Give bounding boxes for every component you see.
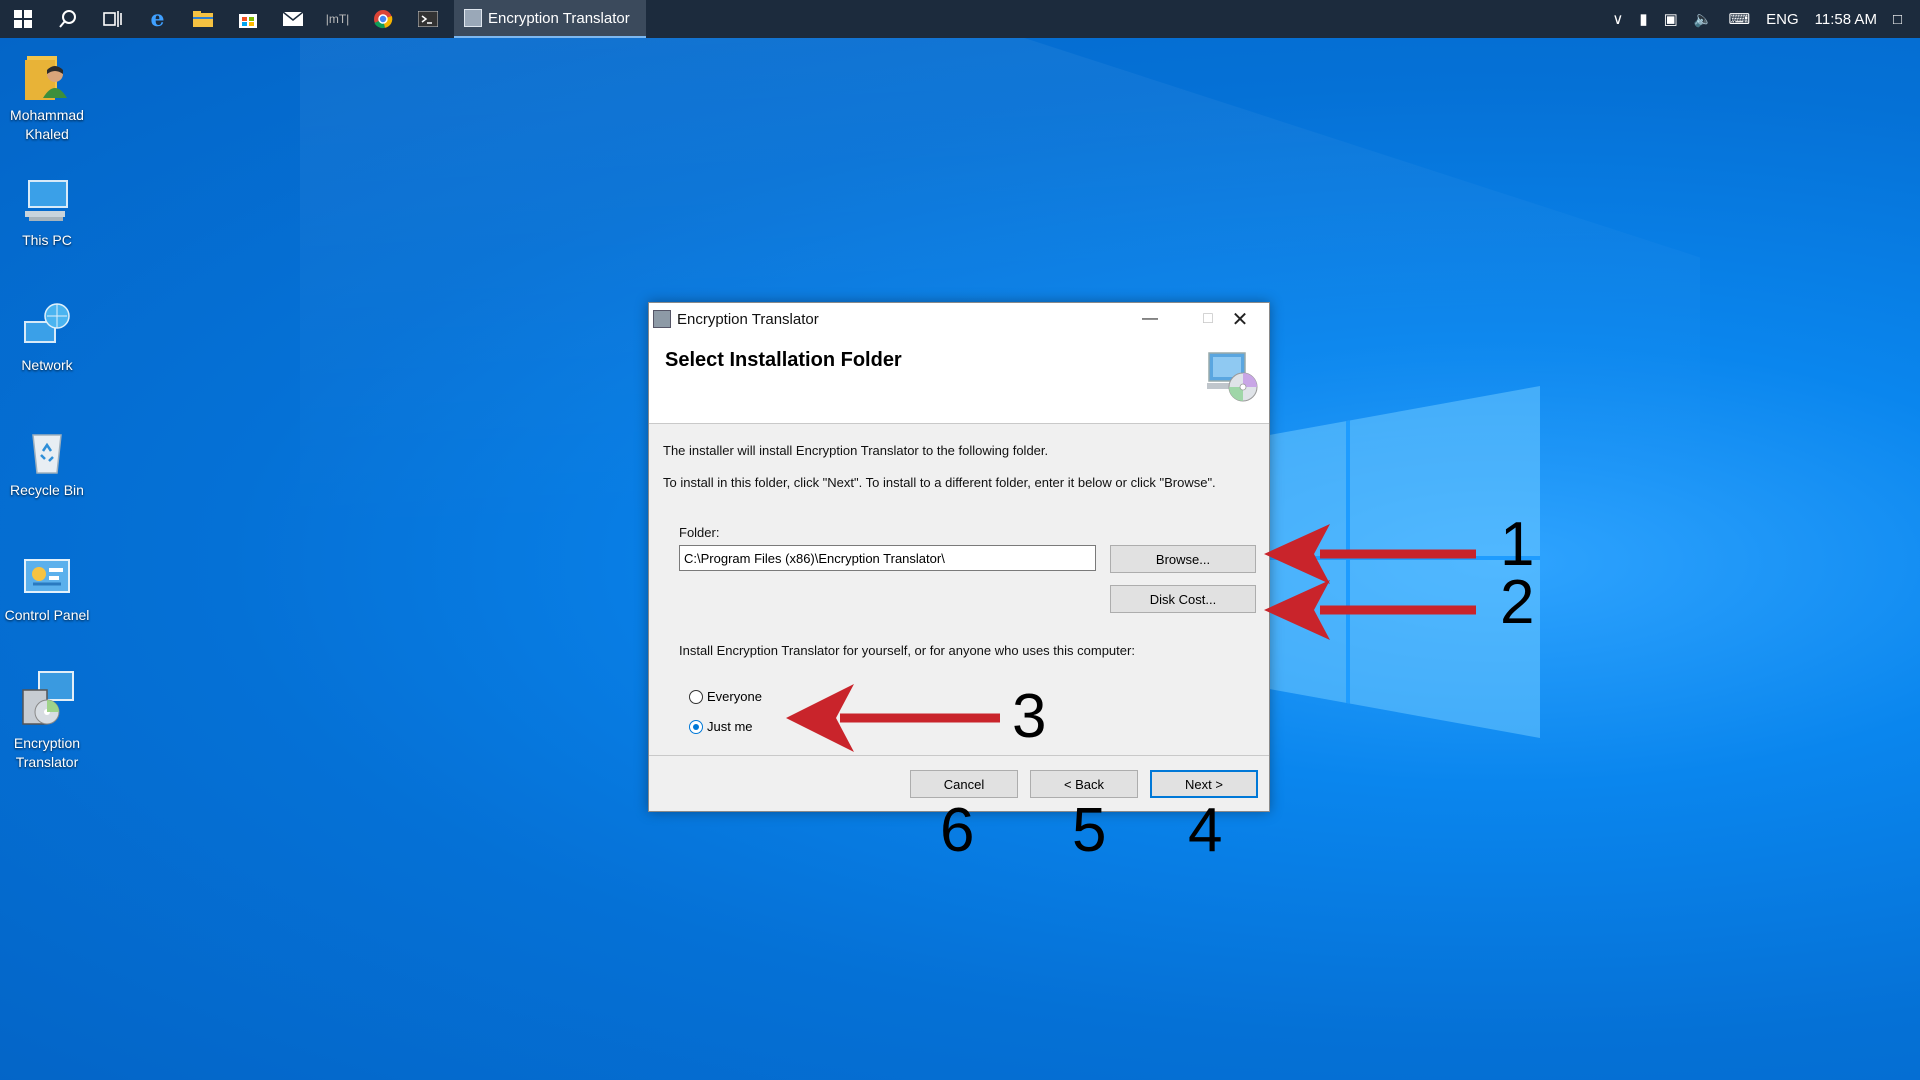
task-view-icon[interactable] bbox=[90, 0, 135, 38]
folder-label: Folder: bbox=[679, 525, 720, 540]
annotation-arrow-3 bbox=[786, 684, 1000, 752]
store-icon[interactable] bbox=[225, 0, 270, 38]
battery-icon[interactable]: ▮ bbox=[1631, 10, 1655, 28]
keyboard-icon[interactable]: ⌨ bbox=[1721, 10, 1759, 28]
clock[interactable]: 11:58 AM bbox=[1807, 11, 1885, 28]
dialog-title: Encryption Translator bbox=[677, 310, 819, 328]
network-tray-icon[interactable]: ▣ bbox=[1656, 10, 1686, 28]
mt-label: |mT| bbox=[325, 12, 350, 26]
computer-icon bbox=[21, 175, 73, 227]
radio-button[interactable] bbox=[689, 689, 703, 704]
intro-text: The installer will install Encryption Tr… bbox=[663, 443, 1049, 458]
language-indicator[interactable]: ENG bbox=[1758, 11, 1807, 28]
edge-icon[interactable]: e bbox=[135, 0, 180, 38]
page-heading: Select Installation Folder bbox=[665, 349, 902, 371]
terminal-icon[interactable] bbox=[405, 0, 450, 38]
desktop-icon-label: Recycle Bin bbox=[10, 482, 84, 498]
cancel-button[interactable]: Cancel bbox=[910, 770, 1018, 798]
desktop-icon-label: Control Panel bbox=[4, 607, 90, 623]
annotation-number-4: 4 bbox=[1188, 796, 1223, 865]
minimize-icon[interactable]: — bbox=[1121, 303, 1179, 335]
desktop-icon-user[interactable]: Mohammad Khaled bbox=[0, 50, 94, 144]
annotation-arrow-2 bbox=[1264, 580, 1476, 640]
desktop-icon-label: Mohammad Khaled bbox=[10, 107, 84, 142]
radio-everyone[interactable]: Everyone bbox=[689, 689, 762, 704]
desktop-icon-this-pc[interactable]: This PC bbox=[0, 175, 94, 250]
install-scope-text: Install Encryption Translator for yourse… bbox=[679, 643, 1135, 658]
recycle-bin-icon bbox=[21, 425, 73, 477]
desktop-icon-label: Network bbox=[21, 357, 73, 373]
system-tray: ∨ ▮ ▣ 🔈 ⌨ ENG 11:58 AM □ bbox=[1604, 0, 1920, 38]
installer-icon bbox=[653, 310, 671, 328]
chrome-icon[interactable] bbox=[360, 0, 405, 38]
dialog-banner: Select Installation Folder bbox=[649, 335, 1269, 424]
windows-start-icon[interactable] bbox=[0, 0, 45, 38]
mt-icon[interactable]: |mT| bbox=[315, 0, 360, 38]
radio-button-checked[interactable] bbox=[689, 719, 703, 734]
dialog-titlebar[interactable]: Encryption Translator — □ ✕ bbox=[649, 303, 1269, 335]
computer-cd-icon bbox=[1205, 349, 1261, 405]
desktop-icon-label: This PC bbox=[22, 232, 72, 248]
taskbar-app-encryption-translator[interactable]: Encryption Translator bbox=[454, 0, 646, 38]
search-icon[interactable] bbox=[45, 0, 90, 38]
close-icon[interactable]: ✕ bbox=[1211, 303, 1269, 335]
desktop-icon-control-panel[interactable]: Control Panel bbox=[0, 550, 94, 625]
desktop-icon-label: Encryption Translator bbox=[13, 735, 81, 770]
file-explorer-icon[interactable] bbox=[180, 0, 225, 38]
network-icon bbox=[21, 300, 73, 352]
action-center-icon[interactable]: □ bbox=[1885, 11, 1920, 28]
desktop: e |mT| Encryption Translator ∨ ▮ ▣ 🔈 ⌨ E… bbox=[0, 0, 1920, 1080]
mail-icon[interactable] bbox=[270, 0, 315, 38]
disk-cost-button[interactable]: Disk Cost... bbox=[1110, 585, 1256, 613]
control-panel-icon bbox=[21, 550, 73, 602]
annotation-number-2: 2 bbox=[1500, 568, 1535, 637]
annotation-number-6: 6 bbox=[940, 796, 975, 865]
installer-icon bbox=[464, 9, 482, 27]
chevron-up-icon[interactable]: ∨ bbox=[1604, 10, 1631, 28]
folder-input[interactable] bbox=[679, 545, 1096, 571]
back-button[interactable]: < Back bbox=[1030, 770, 1138, 798]
next-button[interactable]: Next > bbox=[1150, 770, 1258, 798]
desktop-icon-encryption-translator[interactable]: Encryption Translator bbox=[0, 670, 94, 772]
volume-icon[interactable]: 🔈 bbox=[1686, 10, 1721, 28]
instruction-text: To install in this folder, click "Next".… bbox=[663, 475, 1216, 490]
annotation-number-1: 1 bbox=[1500, 510, 1535, 579]
desktop-icon-network[interactable]: Network bbox=[0, 300, 94, 375]
radio-just-me[interactable]: Just me bbox=[689, 719, 753, 734]
desktop-icon-recycle-bin[interactable]: Recycle Bin bbox=[0, 425, 94, 500]
browse-button[interactable]: Browse... bbox=[1110, 545, 1256, 573]
installer-icon bbox=[17, 670, 77, 730]
taskbar-app-label: Encryption Translator bbox=[488, 9, 630, 27]
annotation-number-5: 5 bbox=[1072, 796, 1107, 865]
radio-everyone-label: Everyone bbox=[707, 689, 762, 704]
taskbar: e |mT| Encryption Translator ∨ ▮ ▣ 🔈 ⌨ E… bbox=[0, 0, 1920, 38]
annotation-number-3: 3 bbox=[1012, 682, 1047, 751]
user-folder-icon bbox=[21, 50, 73, 102]
radio-just-me-label: Just me bbox=[707, 719, 753, 734]
